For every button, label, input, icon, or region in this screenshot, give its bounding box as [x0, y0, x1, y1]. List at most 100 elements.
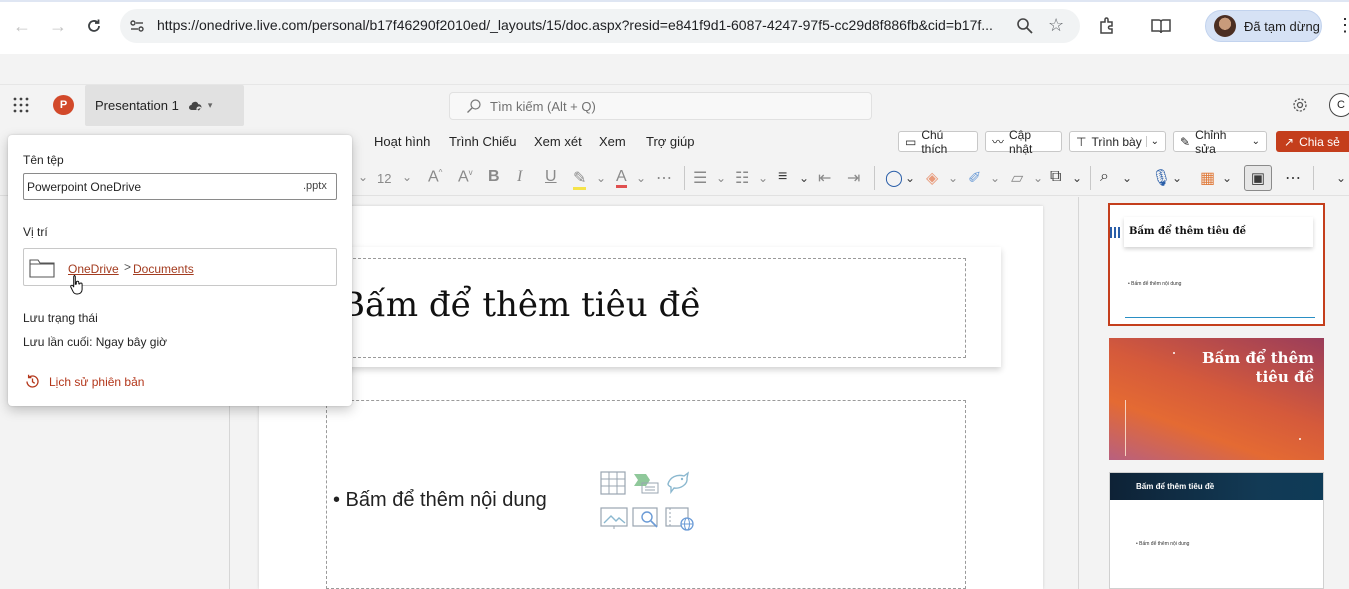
chevron-down-icon[interactable]: ⌄ [596, 171, 606, 185]
version-history-link[interactable]: Lịch sử phiên bản [49, 375, 144, 389]
shape-fill-icon[interactable]: ◈ [926, 168, 938, 188]
browser-menu-icon[interactable]: ⋮ [1336, 15, 1349, 36]
slide-thumbnail-1[interactable]: Bấm để thêm tiêu đề • Bấm để thêm nội du… [1108, 203, 1325, 326]
site-info-icon[interactable] [128, 17, 146, 35]
slide-thumbnail-2[interactable]: Bấm để thêm tiêu đề [1109, 338, 1324, 460]
thumbnail-title: Bấm để thêm tiêu đề [1129, 226, 1247, 237]
shape-effects-icon[interactable]: ▱ [1011, 168, 1023, 188]
comments-button[interactable]: ▭ Chú thích [898, 128, 978, 156]
tab-animations[interactable]: Hoạt hình [374, 134, 430, 149]
shape-outline-icon[interactable]: ✐ [968, 168, 981, 188]
filename-value[interactable]: Powerpoint OneDrive [27, 180, 141, 194]
chevron-down-icon[interactable]: ⌄ [1122, 171, 1132, 185]
share-button[interactable]: ↗ Chia sẻ [1276, 131, 1349, 152]
align-icon[interactable]: ≡ [778, 168, 787, 186]
content-placeholder-text[interactable]: • Bấm để thêm nội dung [333, 489, 547, 512]
underline-icon[interactable]: U [545, 168, 557, 186]
file-extension: .pptx [303, 180, 327, 192]
more-options-icon[interactable]: ⋯ [1285, 168, 1301, 188]
location-link-documents[interactable]: Documents [133, 262, 194, 276]
chevron-down-icon[interactable]: ⌄ [948, 171, 958, 185]
insert-smartart-icon[interactable] [632, 471, 659, 495]
insert-picture-icon[interactable] [600, 506, 628, 530]
insert-online-video-icon[interactable] [665, 506, 694, 531]
url-text[interactable]: https://onedrive.live.com/personal/b17f4… [157, 17, 1002, 33]
font-color-icon[interactable]: A [616, 168, 627, 188]
search-icon [466, 98, 482, 114]
history-icon[interactable] [24, 373, 41, 390]
chevron-down-icon[interactable]: ⌄ [402, 170, 412, 184]
chevron-down-icon: ▾ [207, 100, 213, 110]
increase-font-icon[interactable]: A^ [428, 168, 442, 186]
insert-table-icon[interactable] [600, 471, 626, 495]
app-launcher-icon[interactable] [13, 97, 29, 113]
chevron-down-icon[interactable]: ⌄ [1222, 171, 1232, 185]
chevron-down-icon[interactable]: ⌄ [1033, 171, 1043, 185]
account-avatar[interactable]: C [1329, 93, 1349, 117]
reading-mode-icon[interactable] [1150, 16, 1172, 36]
slide-thumbnail-3[interactable]: Bấm để thêm tiêu đề • Bấm để thêm nội du… [1109, 472, 1324, 589]
bullets-icon[interactable]: ☰ [693, 168, 707, 188]
forward-icon[interactable]: → [46, 14, 70, 38]
powerpoint-logo-icon[interactable]: P [53, 95, 74, 115]
chevron-down-icon[interactable]: ⌄ [1145, 136, 1159, 147]
chevron-down-icon[interactable]: ⌄ [636, 171, 646, 185]
chevron-down-icon[interactable]: ⌄ [905, 171, 915, 185]
italic-icon[interactable]: I [517, 168, 522, 186]
toolbar-divider [684, 166, 685, 190]
share-icon: ↗ [1284, 134, 1295, 149]
decrease-font-icon[interactable]: Av [458, 168, 473, 186]
tab-slide-show[interactable]: Trình Chiếu [449, 134, 516, 149]
thumbnail-underline [1125, 317, 1315, 318]
slide-title-placeholder[interactable]: Bấm để thêm tiêu đề [340, 285, 701, 325]
file-title: Presentation 1 [95, 98, 179, 113]
chevron-down-icon[interactable]: ⌄ [716, 171, 726, 185]
profile-status-label: Đã tạm dừng [1244, 18, 1320, 34]
arrange-icon[interactable]: ⧉ [1050, 168, 1061, 186]
back-icon[interactable]: ← [10, 14, 34, 38]
decrease-indent-icon[interactable]: ⇤ [818, 168, 831, 188]
tab-view[interactable]: Xem [599, 134, 626, 149]
chevron-down-icon[interactable]: ⌄ [799, 171, 809, 185]
tab-help[interactable]: Trợ giúp [646, 134, 695, 149]
location-label: Vị trí [23, 225, 48, 239]
bold-icon[interactable]: B [488, 168, 500, 186]
thumbnail-sparkle [1173, 352, 1175, 354]
dictate-microphone-icon[interactable]: 🎙 [1151, 168, 1171, 188]
save-status-label: Lưu trạng thái [23, 311, 98, 325]
more-font-icon[interactable]: ⋯ [656, 168, 672, 188]
shapes-icon[interactable]: ◯ [885, 168, 903, 188]
catch-up-button[interactable]: 〰 Cập nhật [985, 128, 1062, 156]
chevron-down-icon[interactable]: ⌄ [1172, 171, 1182, 185]
filename-label: Tên tệp [23, 153, 64, 167]
gear-icon[interactable] [1291, 96, 1309, 114]
font-size-value[interactable]: 12 [377, 171, 391, 186]
numbering-icon[interactable]: ☷ [735, 168, 749, 188]
find-icon[interactable]: ⌕ [1100, 168, 1109, 186]
increase-indent-icon[interactable]: ⇥ [847, 168, 860, 188]
presenter-coach-icon[interactable]: ▣ [1244, 165, 1272, 191]
chevron-down-icon[interactable]: ⌄ [1072, 171, 1082, 185]
tab-review[interactable]: Xem xét [534, 134, 582, 149]
last-saved-text: Lưu lần cuối: Ngay bây giờ [23, 335, 167, 349]
thumbnail-title-line-1: Bấm để thêm [1202, 349, 1314, 367]
toolbar-divider [1090, 166, 1091, 190]
insert-icons-icon[interactable] [664, 470, 690, 495]
thumbnail-accent-mark [1110, 227, 1122, 238]
thumbnail-body: • Bấm để thêm nội dung [1128, 281, 1182, 287]
chevron-down-icon[interactable]: ⌄ [358, 170, 368, 184]
present-button[interactable]: ⊤ Trình bày ⌄ [1069, 131, 1166, 152]
profile-button[interactable]: Đã tạm dừng [1205, 10, 1322, 42]
chevron-down-icon[interactable]: ⌄ [1336, 171, 1346, 185]
editing-mode-button[interactable]: ✎ Chỉnh sửa ⌄ [1173, 128, 1267, 156]
chevron-down-icon[interactable]: ⌄ [758, 171, 768, 185]
chevron-down-icon[interactable]: ⌄ [990, 171, 1000, 185]
designer-icon[interactable]: ▦ [1200, 168, 1215, 188]
bookmark-star-icon[interactable]: ☆ [1048, 15, 1064, 36]
file-title-button[interactable]: Presentation 1 ▾ [85, 85, 244, 126]
extensions-icon[interactable] [1097, 16, 1117, 36]
reload-icon[interactable] [82, 14, 106, 38]
highlight-icon[interactable]: ✎ [573, 168, 587, 190]
zoom-icon[interactable] [1016, 17, 1034, 35]
insert-stock-image-icon[interactable] [632, 506, 658, 530]
